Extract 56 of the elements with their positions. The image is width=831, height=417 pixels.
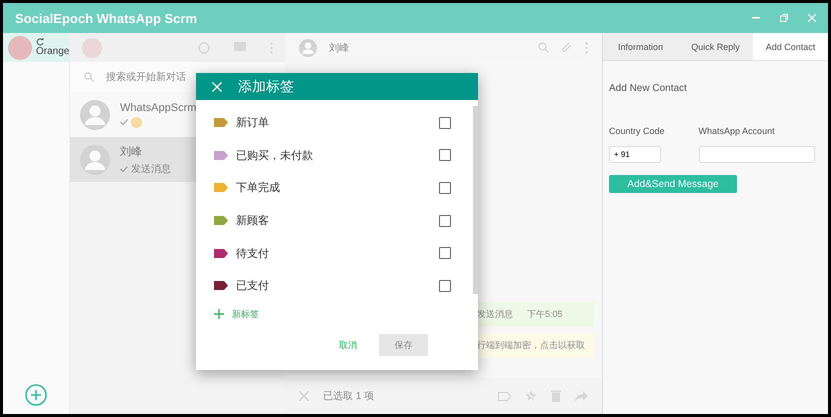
message-text: 发送消息: [477, 308, 513, 321]
field-label: Country Code: [609, 126, 665, 136]
plus-icon[interactable]: [214, 309, 224, 319]
chat-icon[interactable]: [234, 42, 246, 53]
tab[interactable]: Information: [603, 33, 678, 60]
account-item[interactable]: Orange: [3, 33, 69, 62]
input-field[interactable]: [698, 146, 815, 163]
cancel-button[interactable]: 取消: [333, 334, 363, 356]
message-time: 下午5:05: [527, 308, 563, 321]
section-heading: Add New Contact: [609, 83, 688, 94]
trash-icon[interactable]: [551, 390, 561, 402]
tag-icon[interactable]: [498, 392, 511, 400]
label-name: 新订单: [236, 116, 270, 130]
checkbox[interactable]: [439, 182, 451, 194]
contact-name: 刘峰: [120, 144, 143, 158]
message-preview: 发送消息: [131, 162, 171, 176]
avatar: [80, 100, 110, 130]
add-icon[interactable]: [25, 384, 47, 406]
search-icon: [84, 72, 94, 82]
label-name: 已支付: [236, 279, 270, 294]
menu-icon[interactable]: [585, 42, 588, 54]
checkbox[interactable]: [439, 214, 451, 227]
avatar: [80, 144, 110, 174]
checkbox[interactable]: [439, 280, 451, 292]
checkbox[interactable]: [439, 149, 451, 162]
input-field[interactable]: + 91: [609, 146, 661, 163]
smiley-icon: [131, 116, 142, 128]
status-icon[interactable]: [198, 42, 210, 54]
unstar-icon[interactable]: [525, 390, 537, 402]
tab[interactable]: Add Contact: [753, 33, 828, 60]
chat-contact-name: 刘峰: [329, 42, 350, 54]
paperclip-icon[interactable]: [561, 42, 573, 54]
new-label-link[interactable]: 新标签: [232, 308, 259, 320]
avatar: [8, 36, 32, 60]
check-icon: [120, 119, 128, 125]
contact-name: WhatsAppScrm: [120, 102, 196, 114]
label-name: 下单完成: [236, 180, 281, 196]
tab[interactable]: Quick Reply: [678, 33, 753, 60]
add-send-button[interactable]: Add&Send Message: [609, 175, 737, 193]
refresh-icon[interactable]: [36, 38, 44, 46]
minimize-icon[interactable]: [752, 17, 760, 19]
avatar: [299, 38, 317, 56]
selection-count: 已选取 1 项: [323, 390, 376, 403]
label-name: 新顾客: [236, 214, 270, 228]
checkbox[interactable]: [439, 116, 451, 129]
window-title: SocialEpoch WhatsApp Scrm: [15, 10, 198, 26]
avatar: [82, 38, 102, 58]
forward-icon[interactable]: [575, 390, 588, 402]
field-label: WhatsApp Account: [698, 126, 776, 136]
account-name: Orange: [36, 46, 70, 57]
check-icon: [120, 166, 128, 172]
search-icon[interactable]: [538, 42, 549, 53]
label-name: 待支付: [236, 246, 270, 261]
save-button[interactable]: 保存: [379, 334, 428, 356]
checkbox[interactable]: [439, 247, 451, 260]
restore-icon[interactable]: [780, 14, 788, 22]
